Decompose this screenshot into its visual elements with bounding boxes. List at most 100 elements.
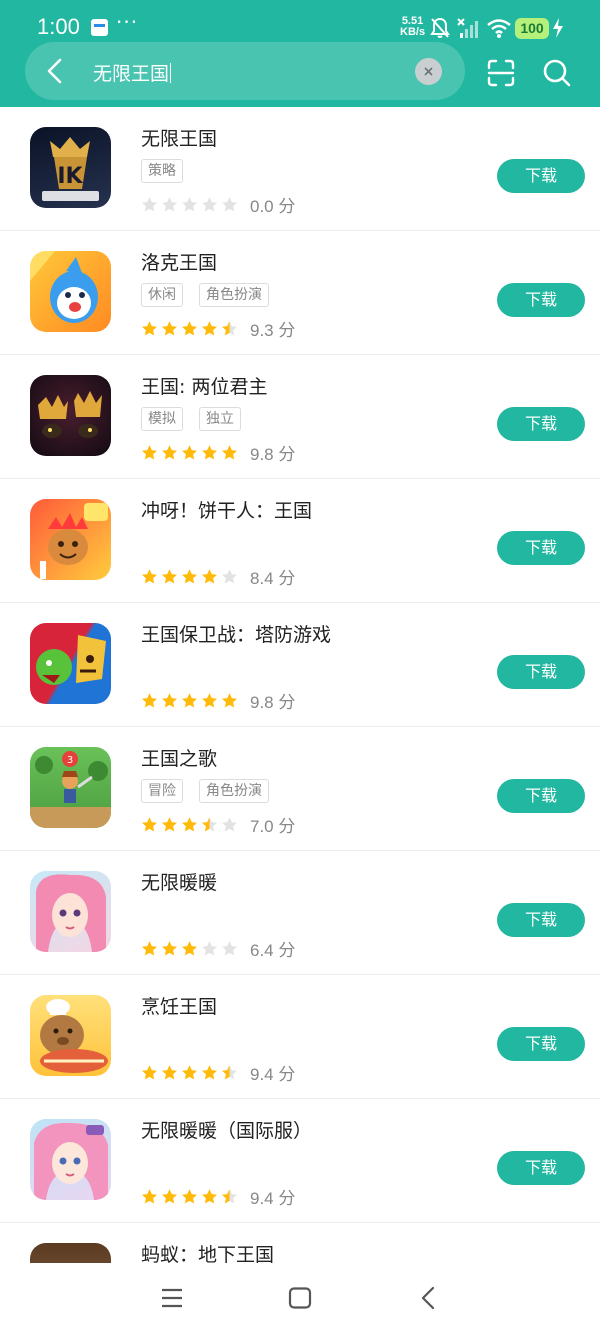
rating-star-icon (221, 196, 238, 213)
app-name[interactable]: 蚂蚁：地下王国 (141, 1240, 274, 1263)
app-tag: 角色扮演 (199, 283, 269, 307)
download-button[interactable]: 下载 (497, 283, 585, 317)
app-icon[interactable] (30, 871, 111, 952)
list-item[interactable]: 3 王国之歌 冒险 角色扮演 7.0 分 下载 (0, 727, 600, 851)
rating-star-icon (141, 444, 158, 461)
wifi-icon (487, 19, 511, 38)
app-name[interactable]: 洛克王国 (141, 248, 217, 275)
app-name[interactable]: 烹饪王国 (141, 992, 217, 1019)
rating-star-icon (141, 1188, 158, 1205)
app-rating: 8.4 分 (141, 564, 296, 588)
status-time: 1:00 (37, 14, 80, 39)
list-item[interactable]: 洛克王国 休闲 角色扮演 9.3 分 下载 (0, 231, 600, 355)
app-icon[interactable] (30, 499, 111, 580)
list-item[interactable]: 无限暖暖 6.4 分 下载 (0, 851, 600, 975)
rating-star-icon (161, 940, 178, 957)
list-item[interactable]: 无限暖暖（国际服） 9.4 分 下载 (0, 1099, 600, 1223)
rating-star-icon (201, 444, 218, 461)
scan-icon[interactable] (486, 58, 516, 88)
app-icon[interactable] (30, 251, 111, 332)
list-item[interactable]: 烹饪王国 9.4 分 下载 (0, 975, 600, 1099)
app-tag: 冒险 (141, 779, 183, 803)
search-icon[interactable] (542, 58, 572, 88)
app-icon[interactable]: IK (30, 127, 111, 208)
rating-star-icon (221, 568, 238, 585)
download-button[interactable]: 下载 (497, 779, 585, 813)
app-name[interactable]: 冲呀！饼干人：王国 (141, 496, 312, 523)
message-notification-icon (91, 19, 108, 36)
rating-star-icon (141, 940, 158, 957)
rating-star-icon (181, 320, 198, 337)
app-name[interactable]: 无限暖暖 (141, 868, 217, 895)
charging-icon (553, 18, 563, 38)
clear-search-button[interactable] (415, 58, 442, 85)
rating-star-icon (161, 444, 178, 461)
text-cursor (170, 63, 172, 83)
app-icon[interactable] (30, 995, 111, 1076)
download-button[interactable]: 下载 (497, 1027, 585, 1061)
list-item[interactable]: 蚂蚁：地下王国 (0, 1223, 600, 1263)
rating-star-icon (221, 940, 238, 957)
app-rating: 9.4 分 (141, 1184, 295, 1208)
rating-star-icon (181, 196, 198, 213)
download-button[interactable]: 下载 (497, 655, 585, 689)
rating-star-icon (221, 320, 238, 337)
rating-star-icon (201, 1188, 218, 1205)
app-rating: 6.4 分 (141, 936, 296, 960)
menu-icon[interactable] (160, 1287, 184, 1309)
app-icon[interactable] (30, 1243, 111, 1263)
app-icon[interactable] (30, 1119, 111, 1200)
rating-score: 9.8 分 (250, 445, 296, 464)
rating-score: 6.4 分 (250, 941, 296, 960)
list-item[interactable]: 王国保卫战：塔防游戏 9.8 分 下载 (0, 603, 600, 727)
download-button[interactable]: 下载 (497, 1151, 585, 1185)
rating-score: 8.4 分 (250, 569, 296, 588)
list-item[interactable]: 王国: 两位君主 模拟 独立 9.8 分 下载 (0, 355, 600, 479)
app-tags: 冒险 角色扮演 (141, 779, 285, 803)
rating-star-icon (181, 1064, 198, 1081)
rating-star-icon (141, 816, 158, 833)
rating-star-icon (181, 940, 198, 957)
app-name[interactable]: 无限王国 (141, 124, 217, 151)
system-nav-bar (0, 1263, 600, 1333)
app-icon[interactable]: 3 (30, 747, 111, 828)
rating-star-icon (201, 940, 218, 957)
back-icon[interactable] (416, 1285, 440, 1311)
rating-star-icon (201, 196, 218, 213)
search-box[interactable] (25, 42, 465, 100)
app-name[interactable]: 王国保卫战：塔防游戏 (141, 620, 331, 647)
list-item[interactable]: 冲呀！饼干人：王国 8.4 分 下载 (0, 479, 600, 603)
rating-star-icon (221, 816, 238, 833)
back-arrow-icon[interactable] (40, 56, 70, 86)
rating-score: 9.4 分 (250, 1065, 296, 1084)
signal-icon (457, 18, 478, 38)
app-tags: 模拟 独立 (141, 407, 257, 431)
download-button[interactable]: 下载 (497, 531, 585, 565)
rating-star-icon (181, 568, 198, 585)
app-name[interactable]: 无限暖暖（国际服） (141, 1116, 312, 1143)
home-icon[interactable] (288, 1287, 312, 1309)
app-rating: 7.0 分 (141, 812, 295, 836)
rating-star-icon (161, 1188, 178, 1205)
app-rating: 9.8 分 (141, 688, 295, 712)
more-notifications-icon: ··· (116, 10, 139, 34)
rating-star-icon (141, 568, 158, 585)
download-button[interactable]: 下载 (497, 903, 585, 937)
download-button[interactable]: 下载 (497, 159, 585, 193)
app-rating: 9.4 分 (141, 1060, 296, 1084)
rating-star-icon (141, 320, 158, 337)
app-tags: 休闲 角色扮演 (141, 283, 285, 307)
app-tag: 角色扮演 (199, 779, 269, 803)
search-input[interactable]: 无限王国 (93, 59, 172, 86)
app-name[interactable]: 王国之歌 (141, 744, 217, 771)
rating-star-icon (161, 692, 178, 709)
app-name[interactable]: 王国: 两位君主 (141, 372, 267, 399)
download-button[interactable]: 下载 (497, 407, 585, 441)
list-item[interactable]: IK 无限王国 策略 0.0 分 下载 (0, 107, 600, 231)
rating-score: 0.0 分 (250, 197, 296, 216)
rating-star-icon (181, 816, 198, 833)
app-icon[interactable] (30, 623, 111, 704)
rating-star-icon (201, 568, 218, 585)
app-icon[interactable] (30, 375, 111, 456)
search-query-text: 无限王国 (93, 63, 170, 85)
